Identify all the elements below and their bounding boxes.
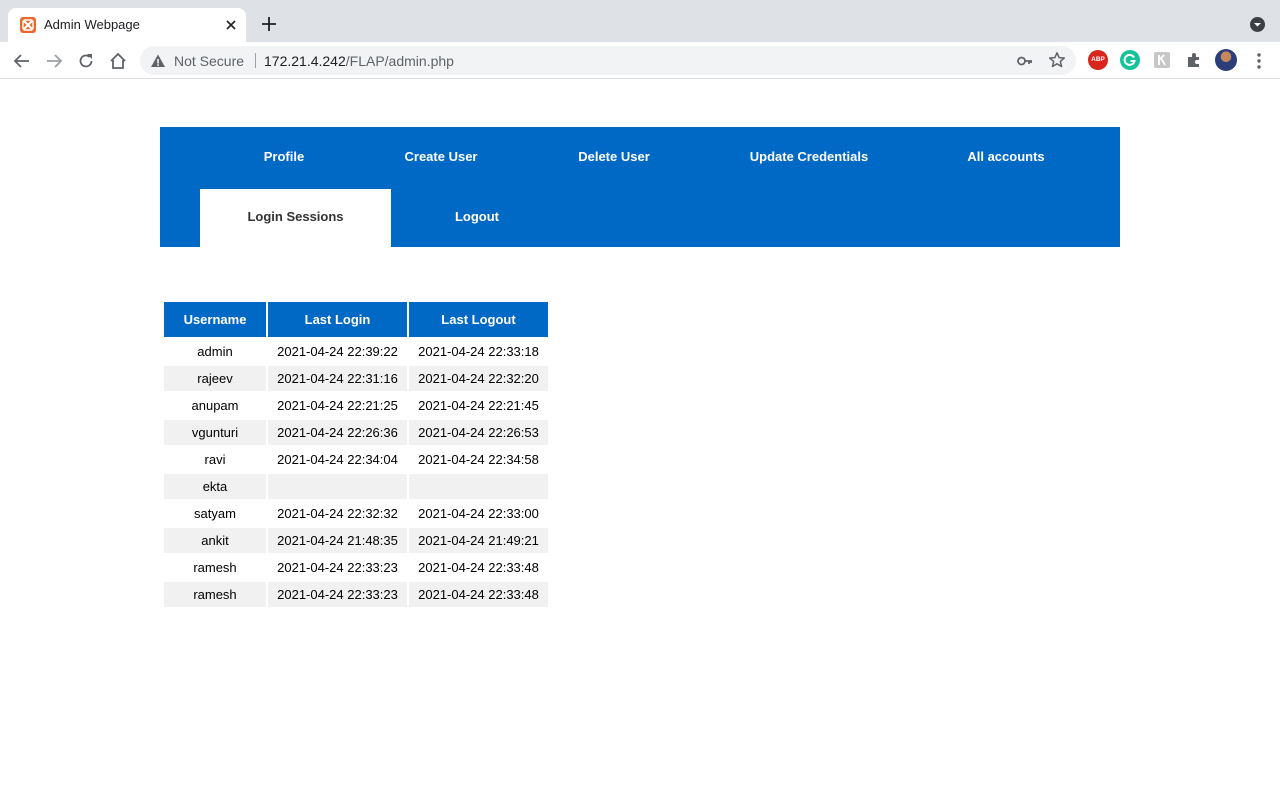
table-row: ramesh 2021-04-24 22:33:23 2021-04-24 22… — [164, 582, 548, 607]
cell-last-logout: 2021-04-24 22:33:48 — [418, 560, 539, 575]
address-bar[interactable]: Not Secure 172.21.4.242/FLAP/admin.php — [140, 46, 1076, 75]
cell-last-logout: 2021-04-24 22:34:58 — [418, 452, 539, 467]
tab-close-icon[interactable] — [222, 16, 240, 34]
browser-tab[interactable]: Admin Webpage — [8, 8, 246, 42]
table-row: rajeev 2021-04-24 22:31:16 2021-04-24 22… — [164, 366, 548, 391]
table-row: admin 2021-04-24 22:39:22 2021-04-24 22:… — [164, 339, 548, 364]
cell-username: ravi — [204, 452, 226, 467]
table-row: ekta — [164, 474, 548, 499]
bookmark-star-icon[interactable] — [1048, 51, 1066, 69]
omnibox-divider — [255, 53, 256, 68]
url-path: /FLAP/admin.php — [345, 53, 454, 69]
nav-all-accounts[interactable]: All accounts — [950, 127, 1062, 187]
cell-username: anupam — [191, 398, 239, 413]
nav-logout[interactable]: Logout — [432, 189, 522, 247]
cell-last-logout: 2021-04-24 22:33:18 — [418, 344, 539, 359]
extension-icon[interactable] — [1152, 50, 1172, 70]
nav-profile[interactable]: Profile — [244, 127, 324, 187]
cell-username: vgunturi — [164, 420, 266, 445]
extensions-puzzle-icon[interactable] — [1184, 50, 1204, 70]
login-sessions-table: Username Last Login Last Logout admin 20… — [162, 300, 550, 609]
column-header-last-logout: Last Logout — [409, 302, 548, 337]
new-tab-icon[interactable] — [259, 14, 279, 34]
grammarly-icon[interactable] — [1120, 50, 1140, 70]
cell-last-login: 2021-04-24 22:39:22 — [277, 344, 398, 359]
xampp-favicon-icon — [20, 17, 36, 33]
cell-last-login: 2021-04-24 22:34:04 — [277, 452, 398, 467]
profile-avatar[interactable] — [1215, 49, 1237, 71]
cell-username: ekta — [164, 474, 266, 499]
cell-username: admin — [197, 344, 233, 359]
cell-last-login: 2021-04-24 22:26:36 — [268, 420, 407, 445]
cell-last-login: 2021-04-24 22:33:23 — [268, 582, 407, 607]
cell-last-logout: 2021-04-24 22:26:53 — [409, 420, 548, 445]
security-label[interactable]: Not Secure — [174, 53, 244, 69]
key-icon[interactable] — [1016, 52, 1034, 70]
table-row: ravi 2021-04-24 22:34:04 2021-04-24 22:3… — [164, 447, 548, 472]
reload-icon[interactable] — [76, 51, 96, 71]
table-row: vgunturi 2021-04-24 22:26:36 2021-04-24 … — [164, 420, 548, 445]
tab-title: Admin Webpage — [44, 17, 140, 32]
url-host: 172.21.4.242 — [264, 53, 346, 69]
adblock-plus-icon[interactable]: ABP — [1088, 50, 1108, 70]
column-header-last-login: Last Login — [268, 302, 407, 337]
cell-last-login — [268, 474, 407, 499]
cell-last-logout: 2021-04-24 22:33:48 — [409, 582, 548, 607]
warning-icon[interactable] — [150, 53, 166, 69]
back-icon[interactable] — [12, 51, 32, 71]
cell-last-logout: 2021-04-24 22:21:45 — [418, 398, 539, 413]
table-row: ankit 2021-04-24 21:48:35 2021-04-24 21:… — [164, 528, 548, 553]
cell-last-logout: 2021-04-24 21:49:21 — [409, 528, 548, 553]
column-header-username: Username — [164, 302, 266, 337]
table-row: ramesh 2021-04-24 22:33:23 2021-04-24 22… — [164, 555, 548, 580]
nav-create-user[interactable]: Create User — [386, 127, 496, 187]
cell-username: rajeev — [164, 366, 266, 391]
nav-update-credentials[interactable]: Update Credentials — [732, 127, 886, 187]
cell-last-logout: 2021-04-24 22:33:00 — [418, 506, 539, 521]
cell-last-login: 2021-04-24 22:21:25 — [277, 398, 398, 413]
table-row: anupam 2021-04-24 22:21:25 2021-04-24 22… — [164, 393, 548, 418]
table-row: satyam 2021-04-24 22:32:32 2021-04-24 22… — [164, 501, 548, 526]
table-header-row: Username Last Login Last Logout — [164, 302, 548, 337]
cell-last-login: 2021-04-24 22:31:16 — [268, 366, 407, 391]
cell-last-login: 2021-04-24 22:32:32 — [277, 506, 398, 521]
browser-tab-strip: Admin Webpage — [0, 0, 1280, 42]
cell-username: ramesh — [193, 560, 237, 575]
home-icon[interactable] — [108, 51, 128, 71]
browser-toolbar: Not Secure 172.21.4.242/FLAP/admin.php A… — [0, 42, 1280, 79]
nav-login-sessions[interactable]: Login Sessions — [200, 189, 391, 247]
nav-delete-user[interactable]: Delete User — [558, 127, 670, 187]
browser-menu-icon[interactable] — [1252, 51, 1266, 71]
cell-username: ramesh — [164, 582, 266, 607]
admin-nav-bar: Profile Create User Delete User Update C… — [160, 127, 1120, 247]
cell-last-logout — [409, 474, 548, 499]
cell-last-login: 2021-04-24 21:48:35 — [268, 528, 407, 553]
forward-icon[interactable] — [44, 51, 64, 71]
url-text[interactable]: 172.21.4.242/FLAP/admin.php — [264, 53, 454, 69]
tab-search-icon[interactable] — [1249, 16, 1266, 33]
cell-last-logout: 2021-04-24 22:32:20 — [409, 366, 548, 391]
cell-username: satyam — [194, 506, 236, 521]
cell-username: ankit — [164, 528, 266, 553]
cell-last-login: 2021-04-24 22:33:23 — [277, 560, 398, 575]
